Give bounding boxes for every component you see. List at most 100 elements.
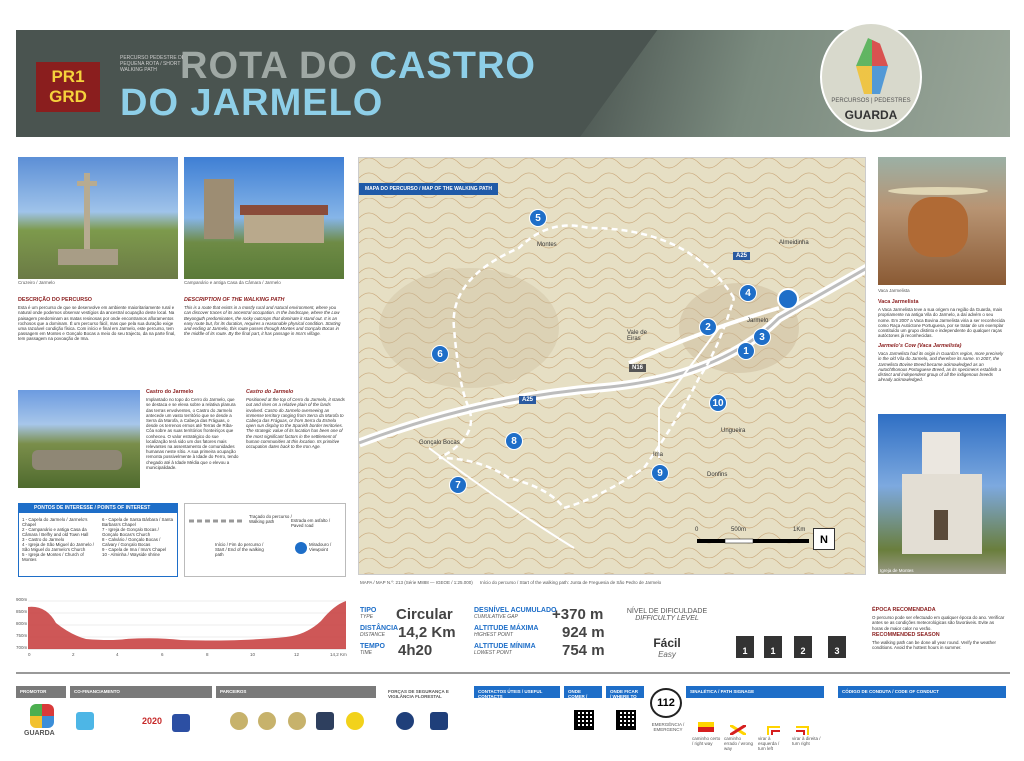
right-way-sign-icon [698, 722, 714, 732]
poi-list-title: PONTOS DE INTERESSE / POINTS OF INTEREST [18, 503, 178, 513]
description-pt-text: Esta é um percurso de que se desenvolve … [18, 305, 176, 342]
profile-x-6: 6 [161, 652, 164, 657]
campanario-photo [184, 157, 344, 279]
difficulty-label-en: DIFFICULTY LEVEL [635, 615, 699, 622]
vaca-en: Jarmelo's Cow (Vaca Jarmelista) Vaca Jar… [878, 343, 1006, 382]
vaca-pt: Vaca Jarmelista A Vaca Jarmelista teve a… [878, 299, 1006, 339]
road-label-a25-west: A25 [519, 396, 537, 404]
where-to-stay-qr[interactable] [616, 710, 636, 730]
viewpoint-binoculars-icon[interactable] [777, 288, 799, 310]
season-title: ÉPOCA RECOMENDADA [872, 607, 936, 613]
walking-path-icon [189, 519, 245, 523]
poi-marker-6[interactable]: 6 [431, 345, 449, 363]
castro-pt-text: Implantado no topo do Cerro do Jarmelo, … [146, 397, 239, 470]
title-part1: ROTA DO [180, 45, 358, 87]
legend-road: Estrada em asfalto / Paved road [291, 518, 331, 528]
legend-start: Início / Fim do percurso / Start / End o… [215, 542, 264, 557]
badge-line1: PR1 [51, 67, 85, 86]
profile-y-800: 800m [16, 621, 28, 626]
profile-y-700: 700m [16, 645, 28, 650]
poi-item: 4 - Igreja de São Miguel do Jarmelo / Sã… [22, 542, 94, 552]
profile-x-0: 0 [28, 652, 31, 657]
map-footer-text: MAPA / MAP N.º: 213 (Série M888 — IGEOE … [360, 580, 473, 585]
estrela-logo [316, 712, 334, 730]
where-to-stay-bar: ONDE FICAR / WHERE TO STAY [606, 686, 644, 704]
guarda-footer-text: GUARDA [24, 730, 55, 737]
difficulty-label: NÍVEL DE DIFICULDADE [626, 608, 708, 615]
profile-x-4: 4 [116, 652, 119, 657]
sign-label-wrong-way: caminho errado / wrong way [724, 736, 754, 751]
road-label-n16: N16 [629, 364, 647, 372]
poi-marker-5[interactable]: 5 [529, 209, 547, 227]
poi-marker-8[interactable]: 8 [505, 432, 523, 450]
parceiro-logo-1 [230, 712, 248, 730]
conduct-bar: CÓDIGO DE CONDUTA / CODE OF CONDUCT [838, 686, 1006, 698]
description-en-text: This is a route that exists in a mostly … [184, 305, 341, 337]
poi-marker-4[interactable]: 4 [739, 284, 757, 302]
poi-marker-3[interactable]: 3 [753, 328, 771, 346]
difficulty-box-3: 2 [794, 636, 812, 658]
gnr-logo [396, 712, 414, 730]
poi-marker-7[interactable]: 7 [449, 476, 467, 494]
max-altitude-value: 924 m [562, 624, 605, 641]
promotor-bar: PROMOTOR [16, 686, 66, 698]
castro-pt: Castro do Jarmelo Implantado no topo do … [146, 389, 240, 470]
place-donfins: Donfins [707, 472, 728, 478]
place-ungueira: Ungueira [721, 428, 746, 434]
poi-item: 1 - Capela do Jarmelo / Jarmelo's Chapel [22, 517, 88, 527]
profile-x-8: 8 [206, 652, 209, 657]
difficulty-level: NÍVEL DE DIFICULDADE DIFFICULTY LEVEL Fá… [620, 608, 714, 660]
where-to-eat-qr[interactable] [574, 710, 594, 730]
sign-label-right-way: caminho certo / right way [692, 736, 721, 746]
where-to-eat-bar: ONDE COMER / WHERE TO EAT [564, 686, 602, 709]
profile-y-750: 750m [16, 633, 28, 638]
route-badge: PR1 GRD [36, 62, 100, 112]
wrong-way-sign-icon [729, 722, 747, 737]
cruzeiro-caption: Cruzeiro / Jarmelo [18, 280, 55, 285]
logo-line1: PERCURSOS | PEDESTRES [831, 98, 911, 104]
sign-label-turn-left: virar à esquerda / turn left [758, 736, 780, 751]
poi-item: 8 - Calvário / Gonçalo Bocas / Calvary /… [102, 537, 161, 547]
map-label: MAPA DO PERCURSO / MAP OF THE WALKING PA… [359, 183, 498, 195]
poi-marker-10[interactable]: 10 [709, 394, 727, 412]
vaca-caption: Vaca Jarmelista [878, 288, 910, 293]
logo-line2: GUARDA [844, 108, 898, 122]
distance-value: 14,2 Km [398, 624, 456, 641]
parceiro-logo-3 [288, 712, 306, 730]
season-text: O percurso pode ser efectuado em qualque… [872, 615, 1005, 631]
description-pt: DESCRIÇÃO DO PERCURSO Esta é um percurso… [18, 297, 178, 342]
profile-y-900: 900m [16, 597, 28, 602]
castro-en-title: Castro do Jarmelo [246, 389, 294, 395]
poi-item: 6 - Capela de Santa Bárbara / Santa Barb… [102, 517, 174, 527]
difficulty-box-2: 1 [764, 636, 782, 658]
route-map: MAPA DO PERCURSO / MAP OF THE WALKING PA… [358, 157, 866, 575]
igreja-photo [878, 414, 1006, 574]
vaca-pt-title: Vaca Jarmelista [878, 299, 919, 305]
type-label: TIPO TYPE [360, 607, 377, 620]
centro-2020-logo [76, 712, 94, 730]
poi-item: 5 - Igreja de Montes / Church of Montes [22, 552, 84, 562]
north-arrow-icon: N [813, 528, 835, 550]
viewpoint-icon [295, 542, 307, 554]
emergency-112: 112 [650, 688, 682, 718]
profile-y-850: 850m [16, 609, 28, 614]
profile-x-2: 2 [72, 652, 75, 657]
icnf-logo [430, 712, 448, 730]
vaca-pt-text: A Vaca Jarmelista teve a sua origem na r… [878, 307, 1005, 339]
campanario-caption: Campanário e antiga Casa da Câmara / Jar… [184, 280, 281, 285]
poi-marker-1[interactable]: 1 [737, 342, 755, 360]
guarda-logo: PERCURSOS | PEDESTRES GUARDA [820, 22, 922, 132]
emergency-label: EMERGÊNCIA / EMERGENCY [651, 722, 685, 732]
gain-value: +370 m [552, 606, 604, 623]
castro-en: Castro do Jarmelo Positioned at the top … [246, 389, 346, 449]
scale-0: 0 [695, 527, 699, 533]
map-start-text: Início do percurso / Start of the walkin… [480, 580, 662, 585]
poi-marker-2[interactable]: 2 [699, 318, 717, 336]
road-label-a25-east: A25 [733, 252, 751, 260]
poi-marker-9[interactable]: 9 [651, 464, 669, 482]
guarda-footer-logo [30, 704, 54, 728]
place-ima: Ima [653, 452, 664, 458]
profile-x-end: 14,2 Km [330, 652, 347, 657]
parceiros-bar: PARCEIROS [216, 686, 376, 698]
turn-right-sign-icon [796, 722, 812, 735]
